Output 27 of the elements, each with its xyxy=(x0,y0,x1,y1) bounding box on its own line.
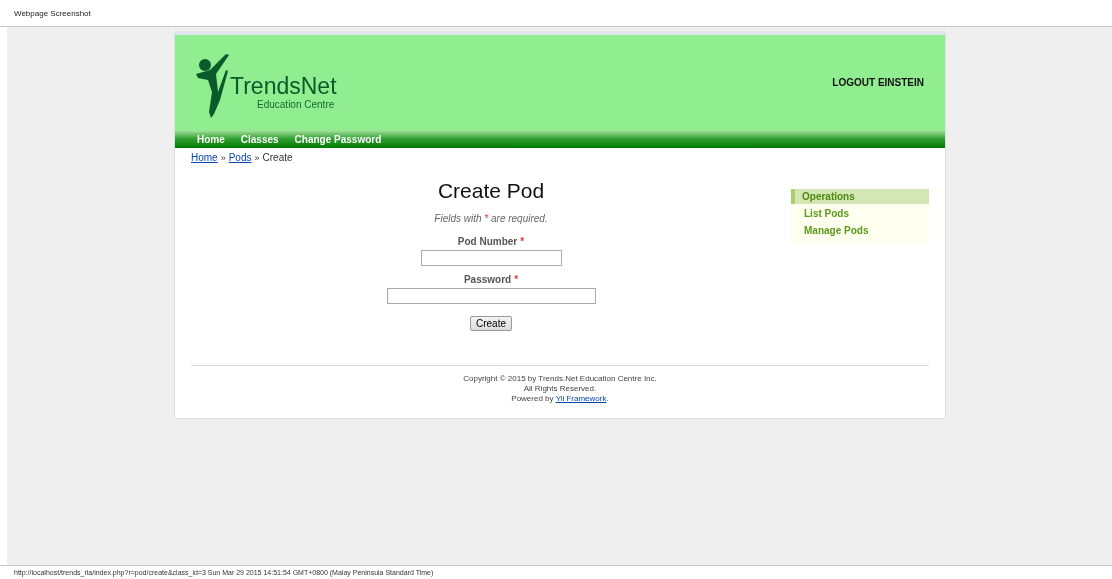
operation-link[interactable]: List Pods xyxy=(804,208,849,219)
powered-by-text: Powered by Yii Framework. xyxy=(510,394,610,404)
breadcrumb-separator: » xyxy=(220,153,226,163)
panel-title: Operations xyxy=(791,189,929,204)
brand-name: TrendsNet xyxy=(230,72,337,99)
required-note: Fields with * are required. xyxy=(434,213,548,224)
required-mark: * xyxy=(514,274,519,285)
menu-item[interactable]: Home xyxy=(197,133,225,145)
operation-link[interactable]: Manage Pods xyxy=(804,225,869,236)
logout-link[interactable]: LOGOUT EINSTEIN xyxy=(832,77,924,88)
breadcrumb-link[interactable]: Home xyxy=(191,152,218,163)
create-button[interactable]: Create xyxy=(470,316,512,331)
input-field[interactable] xyxy=(386,288,596,304)
form-title: Create Pod xyxy=(437,179,545,203)
copyright-text: Copyright © 2015 by Trends.Net Education Centre Inc. xyxy=(462,374,658,384)
menu-item[interactable]: Classes xyxy=(240,133,279,145)
breadcrumb-separator: » xyxy=(254,153,260,163)
brand-tagline: Education Centre xyxy=(257,98,336,110)
breadcrumb-current: Create xyxy=(262,152,293,163)
menu-item[interactable]: Change Password xyxy=(294,133,382,145)
rights-text: All Rights Reserved. xyxy=(522,384,598,394)
field-label: Pod Number xyxy=(457,236,518,247)
field-label: Password xyxy=(463,274,512,285)
required-mark: * xyxy=(520,236,525,247)
window-title: Webpage Screenshot xyxy=(14,8,91,18)
breadcrumb-link[interactable]: Pods xyxy=(228,152,252,163)
input-field[interactable] xyxy=(420,250,562,266)
